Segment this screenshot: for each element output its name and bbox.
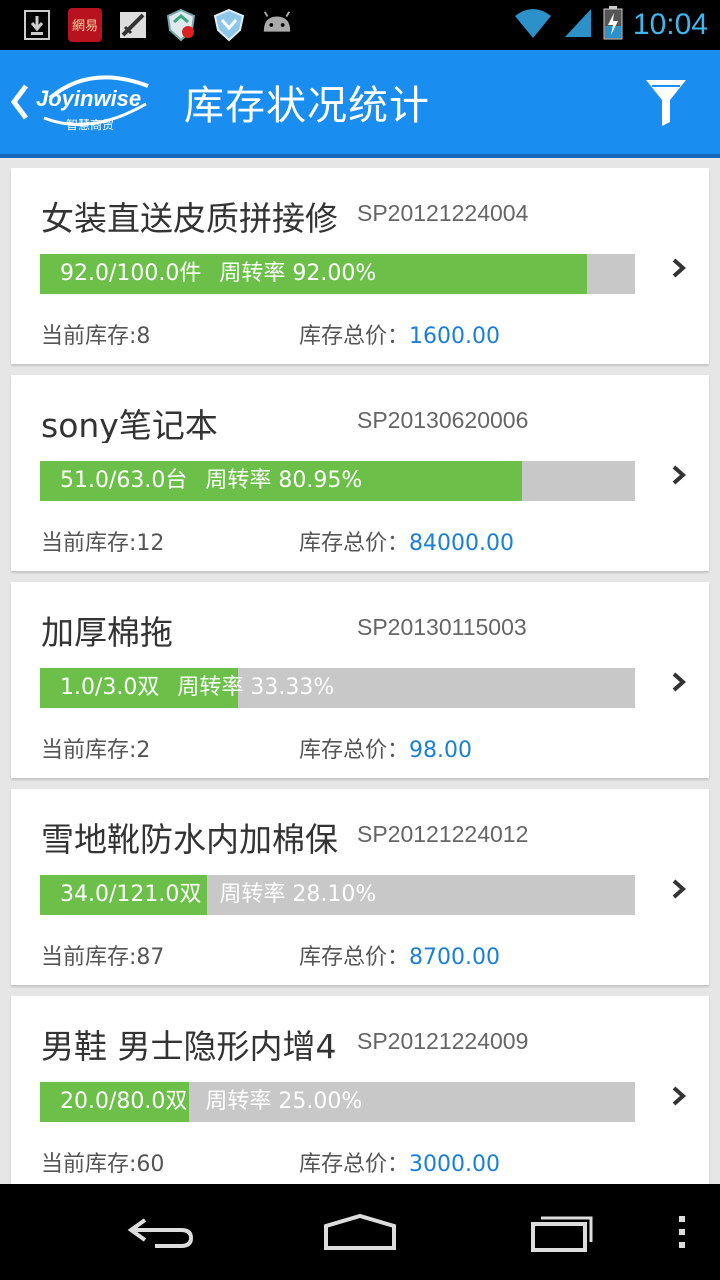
system-status: 10:04	[513, 0, 720, 50]
shield-icon	[212, 8, 246, 42]
nav-recent-apps-button[interactable]	[520, 1202, 600, 1262]
item-name: sony笔记本	[41, 406, 218, 443]
menu-icon	[679, 1216, 685, 1248]
item-code: SP20121224004	[357, 200, 529, 226]
progress-quantity: 92.0/100.0件	[60, 261, 202, 286]
inventory-item[interactable]: 女装直送皮质拼接修 SP20121224004 92.0/100.0件 周转率 9…	[11, 168, 709, 364]
item-code: SP20130620006	[357, 407, 529, 433]
status-bar: 網易 10:04	[0, 0, 720, 50]
progress-quantity: 20.0/80.0双	[60, 1089, 188, 1114]
logo-text: Joyinwise	[36, 86, 142, 111]
total-value-label: 库存总价：	[299, 945, 410, 970]
turnover-progress-bar: 92.0/100.0件 周转率 92.00%	[40, 254, 635, 294]
total-value: 库存总价：3000.00	[299, 1146, 500, 1178]
back-icon	[127, 1218, 194, 1248]
total-value-amount: 98.00	[409, 738, 472, 763]
total-value-amount: 3000.00	[409, 1152, 500, 1177]
filter-icon	[646, 80, 686, 126]
total-value-label: 库存总价：	[299, 324, 410, 349]
item-name: 加厚棉拖	[41, 613, 173, 650]
progress-quantity: 51.0/63.0台	[60, 468, 188, 493]
chevron-right-icon[interactable]	[667, 463, 691, 487]
total-value-amount: 1600.00	[409, 324, 500, 349]
current-stock: 当前库存:12	[41, 531, 165, 556]
total-value: 库存总价：1600.00	[299, 318, 500, 350]
progress-quantity: 34.0/121.0双	[60, 882, 202, 907]
total-value-amount: 84000.00	[409, 531, 514, 556]
total-value-label: 库存总价：	[299, 738, 410, 763]
total-value-amount: 8700.00	[409, 945, 500, 970]
no-sim-icon	[116, 8, 150, 42]
total-value: 库存总价：8700.00	[299, 939, 500, 971]
inventory-item[interactable]: sony笔记本 SP20130620006 51.0/63.0台 周转率 80.9…	[11, 375, 709, 571]
turnover-progress-bar: 1.0/3.0双 周转率 33.33%	[40, 668, 635, 708]
android-icon	[260, 8, 294, 42]
page-title: 库存状况统计	[184, 83, 430, 129]
security-badge-icon	[164, 8, 198, 42]
turnover-rate: 周转率 33.33%	[177, 675, 335, 700]
signal-icon	[563, 7, 593, 43]
current-stock: 当前库存:8	[41, 324, 151, 349]
notification-icons: 網易	[0, 0, 294, 50]
joyinwise-logo: Joyinwise 智慧商贸	[30, 62, 154, 142]
download-icon	[20, 8, 54, 42]
app-bar: Joyinwise 智慧商贸 库存状况统计	[0, 50, 720, 158]
current-stock: 当前库存:2	[41, 738, 151, 763]
navigation-bar	[0, 1184, 720, 1280]
turnover-progress-bar: 51.0/63.0台 周转率 80.95%	[40, 461, 635, 501]
current-stock: 当前库存:87	[41, 945, 165, 970]
item-name: 雪地靴防水内加棉保	[41, 820, 338, 857]
turnover-rate: 周转率 92.00%	[219, 261, 377, 286]
turnover-progress-bar: 34.0/121.0双 周转率 28.10%	[40, 875, 635, 915]
nav-home-button[interactable]	[320, 1202, 400, 1262]
total-value-label: 库存总价：	[299, 531, 410, 556]
turnover-rate: 周转率 25.00%	[205, 1089, 363, 1114]
netease-app-icon: 網易	[68, 8, 102, 42]
inventory-item[interactable]: 男鞋 男士隐形内增4 SP20121224009 20.0/80.0双 周转率 2…	[11, 996, 709, 1184]
chevron-right-icon[interactable]	[667, 256, 691, 280]
total-value: 库存总价：84000.00	[299, 525, 514, 557]
turnover-rate: 周转率 28.10%	[219, 882, 377, 907]
current-stock: 当前库存:60	[41, 1152, 165, 1177]
nav-menu-button[interactable]	[642, 1202, 720, 1262]
progress-quantity: 1.0/3.0双	[60, 675, 160, 700]
battery-charging-icon	[603, 6, 623, 44]
logo-subtext: 智慧商贸	[66, 118, 115, 132]
turnover-rate: 周转率 80.95%	[205, 468, 363, 493]
item-code: SP20121224009	[357, 1028, 529, 1054]
wifi-icon	[513, 8, 553, 42]
home-icon	[324, 1213, 396, 1250]
inventory-item[interactable]: 雪地靴防水内加棉保 SP20121224012 34.0/121.0双 周转率 2…	[11, 789, 709, 985]
chevron-right-icon[interactable]	[667, 877, 691, 901]
inventory-item[interactable]: 加厚棉拖 SP20130115003 1.0/3.0双 周转率 33.33% 当前…	[11, 582, 709, 778]
clock: 10:04	[632, 8, 708, 41]
chevron-right-icon[interactable]	[667, 1084, 691, 1108]
chevron-left-icon	[10, 84, 28, 120]
total-value-label: 库存总价：	[299, 1152, 410, 1177]
turnover-progress-bar: 20.0/80.0双 周转率 25.00%	[40, 1082, 635, 1122]
filter-button[interactable]	[636, 72, 696, 132]
total-value: 库存总价：98.00	[299, 732, 472, 764]
back-logo-button[interactable]: Joyinwise 智慧商贸	[0, 50, 154, 154]
item-name: 女装直送皮质拼接修	[41, 199, 338, 236]
nav-back-button[interactable]	[120, 1202, 200, 1262]
recent-apps-icon	[531, 1216, 593, 1252]
item-code: SP20130115003	[357, 614, 527, 640]
item-name: 男鞋 男士隐形内增4	[41, 1027, 337, 1064]
svg-text:網易: 網易	[72, 19, 98, 34]
chevron-right-icon[interactable]	[667, 670, 691, 694]
inventory-list[interactable]: 女装直送皮质拼接修 SP20121224004 92.0/100.0件 周转率 9…	[0, 158, 720, 1184]
item-code: SP20121224012	[357, 821, 529, 847]
